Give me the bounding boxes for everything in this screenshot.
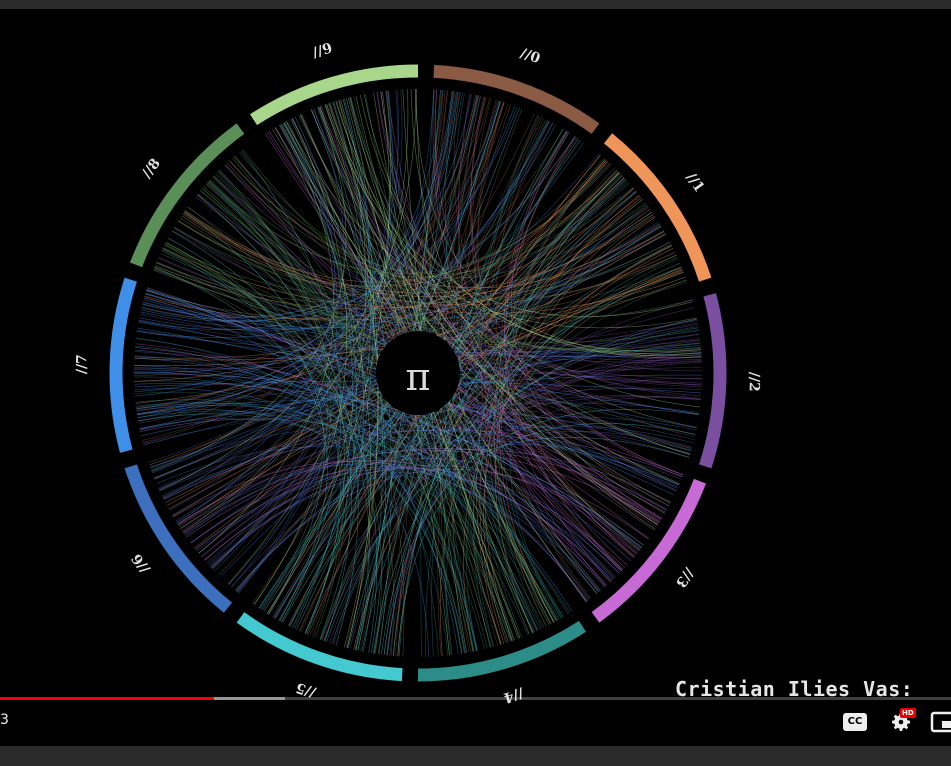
pi-symbol: π [405, 355, 431, 399]
sector-label: //8 [139, 156, 164, 182]
window-bottom-strip [0, 746, 951, 766]
pi-digits-visualization: //0//1//2//3//4//5//6//7//8//9 [74, 40, 763, 705]
player-controls: 3 CC HD [0, 700, 951, 746]
miniplayer-button[interactable] [930, 710, 951, 734]
sector-arc [109, 277, 137, 453]
sector-label: //1 [683, 170, 707, 196]
sector-arc [591, 478, 707, 623]
sector-arc [417, 620, 587, 682]
cc-icon: CC [843, 713, 867, 731]
sector-label: //0 [518, 45, 542, 67]
sector-label: //7 [74, 354, 91, 374]
sector-arc [124, 464, 233, 613]
sector-arc [699, 293, 727, 469]
sector-label: //9 [311, 40, 335, 61]
time-display: 3 [0, 712, 9, 728]
window-top-strip [0, 0, 951, 9]
miniplayer-icon [930, 711, 951, 733]
video-player[interactable]: //0//1//2//3//4//5//6//7//8//9 π Cristia… [0, 9, 951, 746]
settings-button[interactable]: HD [889, 708, 916, 734]
sector-label: //3 [672, 565, 697, 591]
sector-label: //6 [129, 551, 153, 577]
hd-badge: HD [900, 708, 916, 718]
sector-label: //2 [746, 372, 763, 392]
captions-button[interactable]: CC [843, 710, 869, 734]
